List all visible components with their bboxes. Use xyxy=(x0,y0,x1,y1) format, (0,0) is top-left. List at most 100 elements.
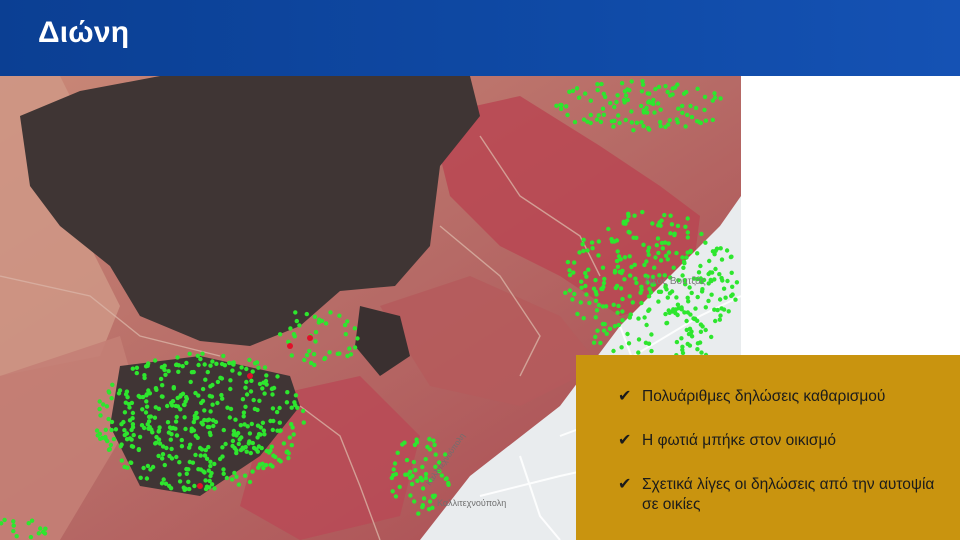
declaration-dot xyxy=(671,265,676,270)
declaration-dot xyxy=(674,295,679,300)
declaration-dot xyxy=(416,511,421,516)
declaration-dot xyxy=(601,280,607,286)
declaration-dot xyxy=(658,258,664,263)
declaration-dot xyxy=(218,375,223,380)
fire-marker xyxy=(197,483,203,489)
declaration-dot xyxy=(228,386,233,392)
declaration-dot xyxy=(352,345,358,350)
declaration-dot xyxy=(196,362,201,368)
declaration-dot xyxy=(634,235,639,240)
declaration-dot xyxy=(198,467,204,472)
declaration-dot xyxy=(97,399,102,404)
declaration-dot xyxy=(119,458,125,463)
declaration-dot xyxy=(174,454,179,460)
declaration-dot xyxy=(695,347,700,352)
declaration-dot xyxy=(638,290,643,295)
declaration-dot xyxy=(646,99,652,104)
declaration-dot xyxy=(99,435,105,441)
declaration-dot xyxy=(295,405,300,410)
declaration-dot xyxy=(414,437,419,442)
declaration-dot xyxy=(662,240,668,245)
declaration-dot xyxy=(236,441,241,447)
declaration-dot xyxy=(590,246,595,251)
declaration-dot xyxy=(166,369,171,374)
declaration-dot xyxy=(221,471,226,476)
declaration-dot xyxy=(719,257,725,262)
declaration-dot xyxy=(593,315,598,320)
declaration-dot xyxy=(598,119,604,125)
declaration-dot xyxy=(197,445,203,451)
declaration-dot xyxy=(559,102,564,108)
declaration-dot xyxy=(297,323,302,328)
declaration-dot xyxy=(158,376,164,382)
declaration-dot xyxy=(638,103,644,109)
declaration-dot xyxy=(116,391,122,396)
declaration-dot xyxy=(262,391,267,396)
declaration-dot xyxy=(696,270,702,275)
declaration-dot xyxy=(153,386,159,391)
declaration-dot xyxy=(142,373,147,378)
info-panel: ✔ Πολυάριθμες δηλώσεις καθαρισμού ✔ Η φω… xyxy=(576,355,960,540)
declaration-dot xyxy=(182,402,187,408)
page-title: Διώνη xyxy=(38,16,130,49)
declaration-dot xyxy=(142,425,147,431)
declaration-dot xyxy=(663,311,668,317)
declaration-dot xyxy=(625,331,630,337)
declaration-dot xyxy=(323,321,329,326)
declaration-dot xyxy=(721,286,727,291)
declaration-dot xyxy=(407,469,413,474)
declaration-dot xyxy=(599,81,604,87)
declaration-dot xyxy=(724,248,730,253)
declaration-dot xyxy=(230,368,235,373)
declaration-dot xyxy=(227,415,232,420)
declaration-dot xyxy=(564,104,569,109)
declaration-dot xyxy=(289,443,294,448)
declaration-dot xyxy=(395,450,400,455)
declaration-dot xyxy=(664,320,670,326)
declaration-dot xyxy=(620,309,625,314)
declaration-dot xyxy=(588,112,593,118)
declaration-dot xyxy=(681,265,686,270)
declaration-dot xyxy=(301,420,306,425)
declaration-dot xyxy=(144,476,150,481)
declaration-dot xyxy=(667,118,672,123)
check-icon: ✔ xyxy=(618,432,632,449)
declaration-dot xyxy=(718,96,723,101)
declaration-dot xyxy=(177,479,183,484)
declaration-dot xyxy=(106,416,111,422)
declaration-dot xyxy=(152,358,158,363)
declaration-dot xyxy=(127,405,132,410)
declaration-dot xyxy=(109,396,114,401)
declaration-dot xyxy=(680,103,685,109)
declaration-dot xyxy=(250,469,255,474)
declaration-dot xyxy=(311,352,317,357)
declaration-dot xyxy=(695,294,700,300)
declaration-dot xyxy=(113,427,119,432)
declaration-dot xyxy=(247,479,253,485)
declaration-dot xyxy=(390,489,395,494)
declaration-dot xyxy=(621,221,626,226)
declaration-dot xyxy=(134,365,140,370)
declaration-dot xyxy=(670,92,675,97)
declaration-dot xyxy=(130,422,136,427)
declaration-dot xyxy=(220,445,225,450)
declaration-dot xyxy=(719,275,724,281)
declaration-dot xyxy=(730,284,735,289)
declaration-dot xyxy=(672,232,677,238)
declaration-dot xyxy=(625,97,631,103)
declaration-dot xyxy=(420,503,426,508)
declaration-dot xyxy=(589,240,595,245)
declaration-dot xyxy=(129,427,134,433)
declaration-dot xyxy=(581,237,586,242)
declaration-dot xyxy=(97,406,102,412)
declaration-dot xyxy=(649,348,654,354)
declaration-dot xyxy=(209,394,215,399)
declaration-dot xyxy=(264,373,269,378)
declaration-dot xyxy=(160,444,166,449)
declaration-dot xyxy=(230,438,236,444)
declaration-dot xyxy=(337,313,342,318)
declaration-dot xyxy=(342,322,348,328)
declaration-dot xyxy=(275,374,280,379)
declaration-dot xyxy=(156,406,162,411)
declaration-dot xyxy=(421,496,427,501)
